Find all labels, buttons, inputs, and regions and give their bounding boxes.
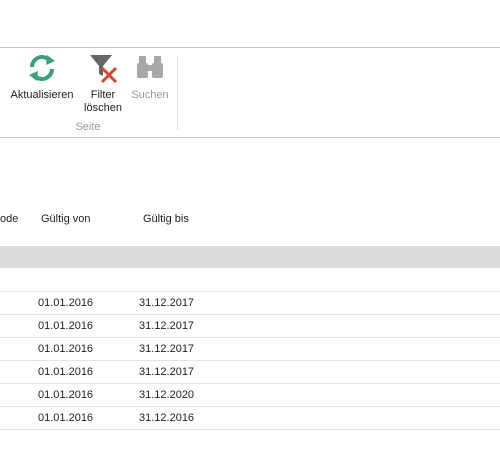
column-header-code[interactable]: ode	[0, 213, 18, 225]
valid-from-cell: 01.01.2016	[38, 343, 94, 355]
valid-from-cell: 01.01.2016	[38, 412, 94, 424]
search-button[interactable]: Suchen	[128, 52, 172, 102]
binoculars-icon	[134, 52, 166, 84]
column-header-valid-from[interactable]: Gültig von	[41, 213, 91, 225]
valid-to-cell: 31.12.2017	[139, 320, 195, 332]
table-row[interactable]: 01.01.2016 31.12.2017	[0, 292, 500, 315]
valid-to-cell: 31.12.2016	[139, 412, 195, 424]
table-row[interactable]: 01.01.2016 31.12.2016	[0, 407, 500, 430]
valid-to-cell: 31.12.2017	[139, 366, 195, 378]
table-row[interactable]: 01.01.2016 31.12.2017	[0, 315, 500, 338]
table-row[interactable]: 01.01.2016 31.12.2020	[0, 384, 500, 407]
ribbon-bottom-border	[0, 137, 500, 138]
valid-to-cell: 31.12.2017	[139, 343, 195, 355]
ribbon-group-separator	[177, 56, 178, 130]
valid-to-cell: 31.12.2020	[139, 389, 195, 401]
filter-row[interactable]	[0, 246, 500, 268]
clear-filter-icon	[87, 52, 119, 84]
refresh-icon	[26, 52, 58, 84]
clear-filter-button[interactable]: Filter löschen	[80, 52, 126, 115]
table-row[interactable]: 01.01.2016 31.12.2017	[0, 338, 500, 361]
refresh-button[interactable]: Aktualisieren	[6, 52, 78, 102]
search-label: Suchen	[131, 89, 169, 101]
ribbon-group-label: Seite	[75, 121, 101, 133]
table-row[interactable]: 01.01.2016 31.12.2017	[0, 361, 500, 384]
refresh-label: Aktualisieren	[10, 89, 74, 101]
column-header-valid-to[interactable]: Gültig bis	[143, 213, 189, 225]
valid-from-cell: 01.01.2016	[38, 320, 94, 332]
valid-to-cell: 31.12.2017	[139, 297, 195, 309]
valid-from-cell: 01.01.2016	[38, 366, 94, 378]
valid-from-cell: 01.01.2016	[38, 297, 94, 309]
clear-filter-label: Filter löschen	[84, 89, 122, 114]
valid-from-cell: 01.01.2016	[38, 389, 94, 401]
table-row[interactable]	[0, 269, 500, 292]
window-top-area	[0, 0, 500, 47]
